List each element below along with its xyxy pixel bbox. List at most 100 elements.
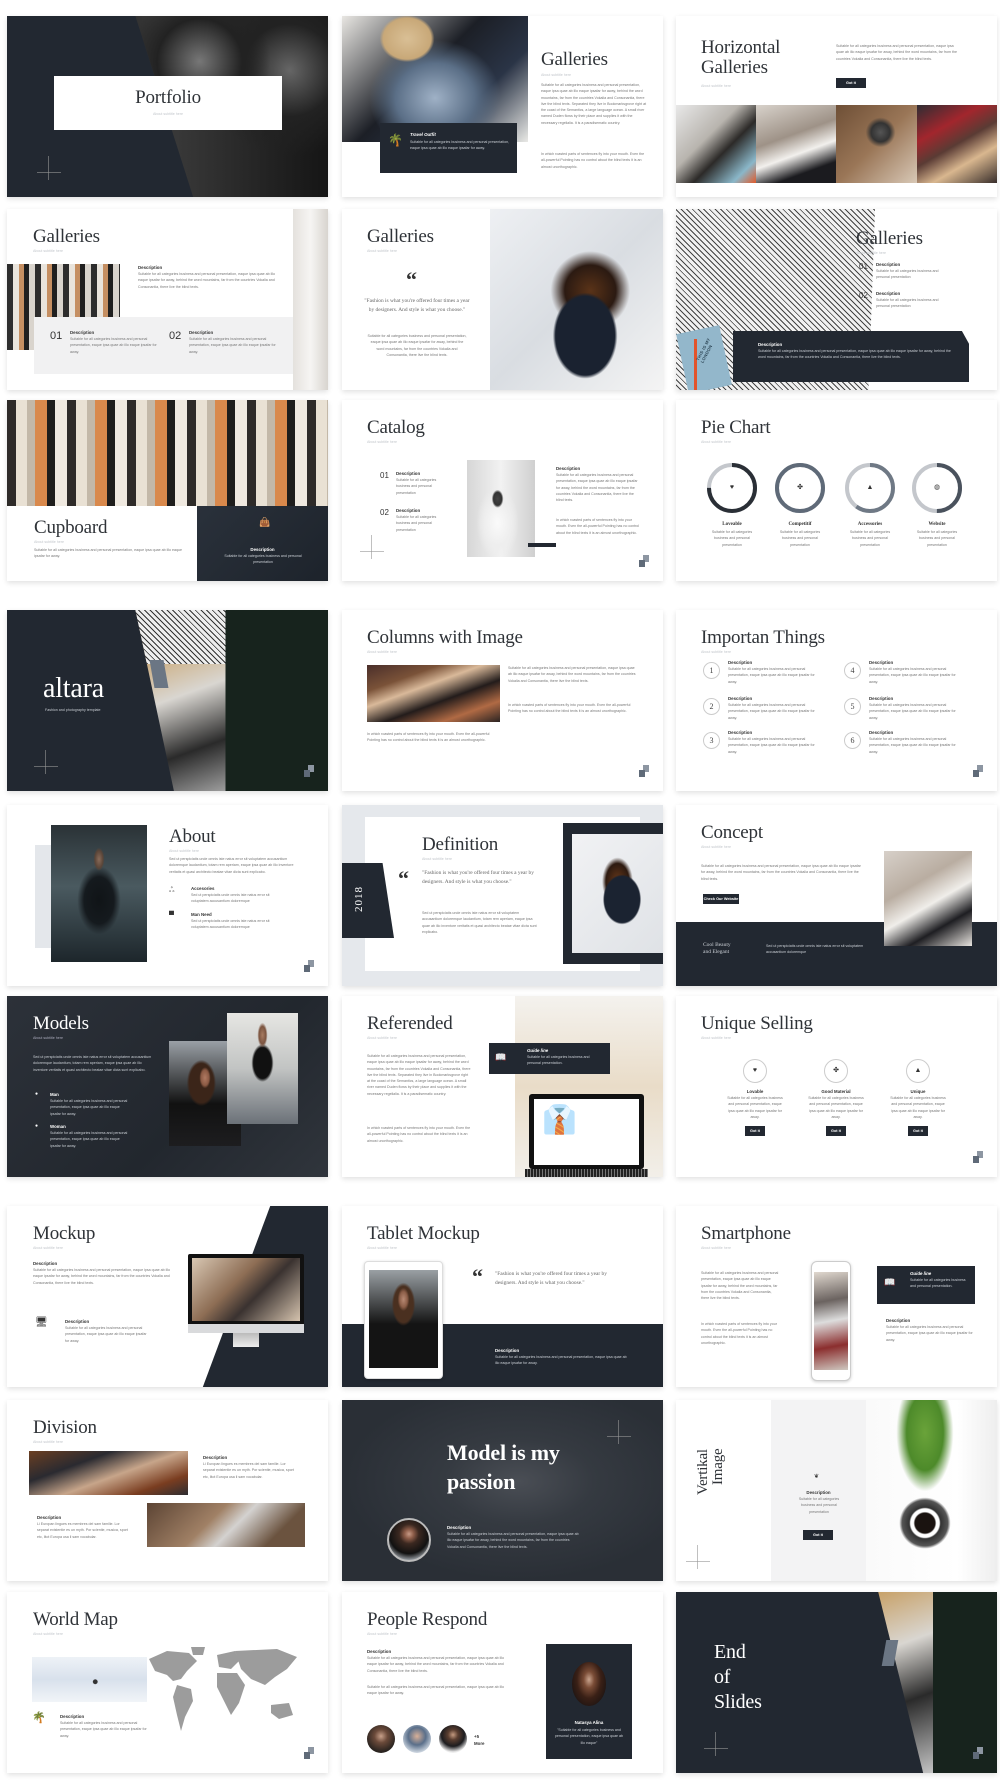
item-heading: Description [728,696,753,701]
description-heading: Description [806,1490,831,1495]
item-text: Suitable for all categories business and… [396,515,437,532]
got-it-button[interactable]: Got it [836,78,866,88]
slide-about[interactable]: About About subtitle here Sed ut perspic… [7,805,328,986]
body-text: Suitable for all categories business and… [701,864,861,881]
slide-models[interactable]: Models About subtitle here Sed ut perspi… [7,996,328,1177]
description-text: Li Europan lingues es membres del sam fa… [203,1462,294,1479]
check-website-button[interactable]: Check Our Website [703,894,739,904]
got-it-button[interactable]: Got it [908,1126,928,1136]
slide-end-of-slides[interactable]: End of Slides [676,1592,997,1773]
palm-tree-icon: 🌴 [32,1712,46,1724]
item-heading: Description [396,471,421,476]
got-it-button[interactable]: Got it [826,1126,846,1136]
feature-label: Lovable [746,1089,764,1094]
world-map [149,1647,297,1731]
column-text-left: In which roasted parts of sentences fly … [367,732,490,743]
slide-subtitle: About subtitle here [33,1246,63,1250]
slide-world-map[interactable]: World Map About subtitle here 🌴 Descript… [7,1592,328,1773]
slide-title: Models [33,1013,89,1034]
jacket-sketch-icon: 👔 [542,1104,577,1135]
item-text: Suitable for all categories business and… [189,337,276,354]
leaf-icon: ❦ [814,1474,820,1480]
end-line-2: of [714,1666,731,1688]
item-text: Suitable for all categories business and… [70,337,157,354]
slide-galleries-3[interactable]: THIS IS MY LONDON Galleries About subtit… [676,209,997,390]
slide-mockup[interactable]: Mockup About subtitle here Description S… [7,1206,328,1387]
slide-model-passion[interactable]: Model is my passion Description Suitable… [342,1400,663,1581]
avatar[interactable] [367,1725,395,1753]
donut-label: Accessories [857,522,883,527]
slide-columns-with-image[interactable]: Columns with Image About subtitle here I… [342,610,663,791]
slide-title-line-1: Model is my [447,1440,560,1465]
item-heading: Description [396,508,421,513]
box-text: Suitable for all categories business and… [410,140,510,151]
donut-text: Suitable for all categories business and… [711,530,753,547]
got-it-button[interactable]: Got it [803,1530,833,1540]
description-text: Suitable for all categories business and… [798,1497,840,1514]
person-name: Natasya Alina [574,1720,604,1725]
guide-heading: Guide line [910,1271,932,1276]
earrings-icon: ஃ [169,887,175,894]
number-circle: 3 [703,732,720,749]
slide-galleries-quote[interactable]: Galleries About subtitle here “ "Fashion… [342,209,663,390]
got-it-button[interactable]: Got it [745,1126,765,1136]
slide-unique-selling[interactable]: Unique Selling About subtitle here ♥ Lova… [676,996,997,1177]
description-heading: Description [203,1455,228,1460]
slide-cupboard[interactable]: Cupboard About subtitle here Suitable fo… [7,400,328,581]
item-heading: Description [876,262,901,267]
box-heading: Description [758,342,783,347]
square-decoration [304,765,314,777]
slide-division[interactable]: Division About subtitle here Description… [7,1400,328,1581]
slide-title: Importan Things [701,627,825,648]
feature-text: Suitable for all categories business and… [727,1096,783,1119]
feature-text: Suitable for all categories business and… [890,1096,946,1119]
slide-subtitle: About subtitle here [701,1246,731,1250]
slide-portfolio[interactable]: Portfolio About subtitle here [7,16,328,197]
slide-subtitle: About subtitle here [541,73,571,77]
slide-concept[interactable]: Concept About subtitle here Suitable for… [676,805,997,986]
number-circle: 5 [844,698,861,715]
tagline: Cool Beauty and Elegant [703,942,731,956]
slide-subtitle: About subtitle here [701,650,731,654]
slide-horizontal-galleries[interactable]: Horizontal Galleries About subtitle here… [676,16,997,197]
description-text-2: In which roasted parts of sentences fly … [556,518,640,535]
photo-wardrobe [7,400,328,506]
slide-definition[interactable]: 2018 Definition About subtitle here “ "F… [342,805,663,986]
item-heading: Man [50,1092,59,1097]
slide-people-respond[interactable]: People Respond About subtitle here Descr… [342,1592,663,1773]
slide-galleries-1[interactable]: 🌴 Travel Outfit Suitable for all categor… [342,16,663,197]
slide-importan-things[interactable]: Importan Things About subtitle here 1 Des… [676,610,997,791]
item-number: 02 [859,291,868,300]
item-heading: Description [876,291,901,296]
description-text-2: Suitable for all categories business and… [367,1685,505,1696]
map-north-america [149,1651,197,1681]
slide-altara-cover[interactable]: altara Fashion and photography template [7,610,328,791]
photo-strip-4 [917,105,997,183]
slide-subtitle: About subtitle here [367,1632,397,1636]
item-heading: Description [728,730,753,735]
avatar[interactable] [403,1725,431,1753]
description-heading: Description [556,466,581,471]
heart-icon: ♥ [729,484,735,491]
description-heading: Description [33,1261,58,1266]
slide-catalog[interactable]: Catalog About subtitle here 01 Descripti… [342,400,663,581]
slide-pie-chart[interactable]: Pie Chart About subtitle here ♥ Loveable S… [676,400,997,581]
band-text: Sed ut perspiciatis unde omnis iste natu… [766,944,864,955]
square-decoration [973,1747,983,1759]
more-count[interactable]: +5 More [474,1734,488,1747]
avatar[interactable] [439,1725,467,1753]
body-text-2: In which roasted parts of sentences fly … [541,152,645,169]
donut-label: Competitif [788,522,812,527]
slide-tablet-mockup[interactable]: Tablet Mockup About subtitle here “ "Fas… [342,1206,663,1387]
item-heading: Description [869,660,894,665]
notebook-spine [694,339,697,390]
avatar [387,1518,431,1562]
slide-galleries-2[interactable]: Galleries About subtitle here Descriptio… [7,209,328,390]
slide-vertikal-image[interactable]: Vertikal Image ❦ Description Suitable fo… [676,1400,997,1581]
slide-smartphone[interactable]: Smartphone About subtitle here Suitable … [676,1206,997,1387]
slide-referended[interactable]: Referended About subtitle here Suitable … [342,996,663,1177]
monitor-screen-photo [192,1258,300,1321]
user-icon: ● [35,1091,39,1097]
slide-title: Galleries [367,226,434,247]
slide-subtitle: About subtitle here [701,84,731,88]
